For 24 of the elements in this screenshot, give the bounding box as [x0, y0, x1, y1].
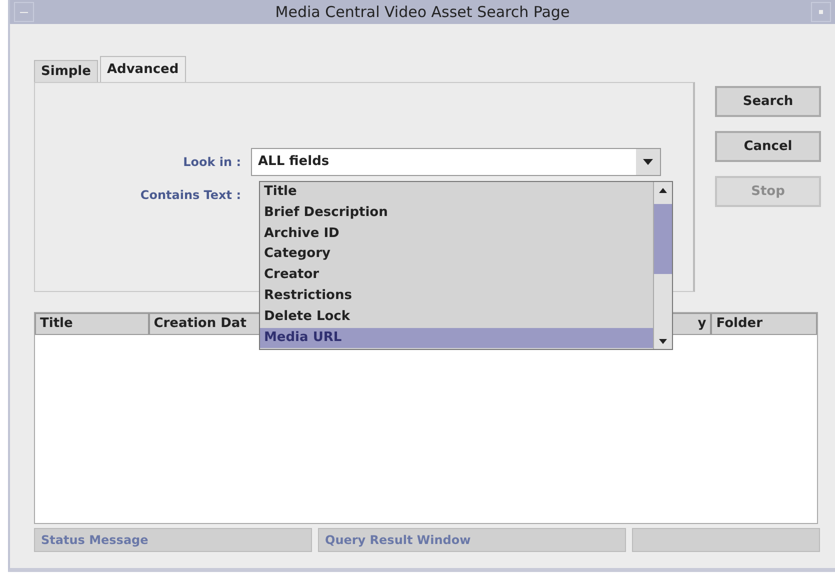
dropdown-option[interactable]: Delete Lock [260, 306, 653, 328]
dropdown-option[interactable]: Category [260, 244, 653, 266]
dropdown-option[interactable]: Media URL [260, 328, 653, 348]
column-header[interactable]: Creation Dat [148, 313, 260, 335]
field-label: Look in : [182, 155, 242, 169]
dropdown-option[interactable]: Archive ID [260, 224, 653, 244]
dropdown-option[interactable]: Restrictions [260, 286, 653, 307]
dropdown-option[interactable]: Creator [260, 265, 653, 286]
query-result-label: Query Result Window [318, 528, 626, 552]
column-header[interactable]: Folder [711, 313, 817, 335]
field-label: Contains Text : [139, 188, 242, 202]
dropdown-option[interactable]: Brief Description [260, 202, 653, 224]
column-header[interactable]: Title [35, 313, 149, 335]
window-menu-button[interactable] [14, 2, 34, 22]
status-message: Status Message [34, 528, 312, 552]
tab[interactable]: Simple [34, 60, 98, 82]
tab[interactable]: Advanced [100, 56, 186, 82]
scrollbar[interactable] [653, 182, 672, 349]
look-in-dropdown[interactable]: ALL fields [251, 148, 661, 176]
action-button[interactable]: Cancel [715, 131, 821, 162]
dropdown-option[interactable]: Title [260, 182, 653, 203]
window-title: Media Central Video Asset Search Page [275, 3, 570, 21]
action-button[interactable]: Search [715, 86, 821, 117]
minimize-button[interactable] [810, 2, 831, 22]
